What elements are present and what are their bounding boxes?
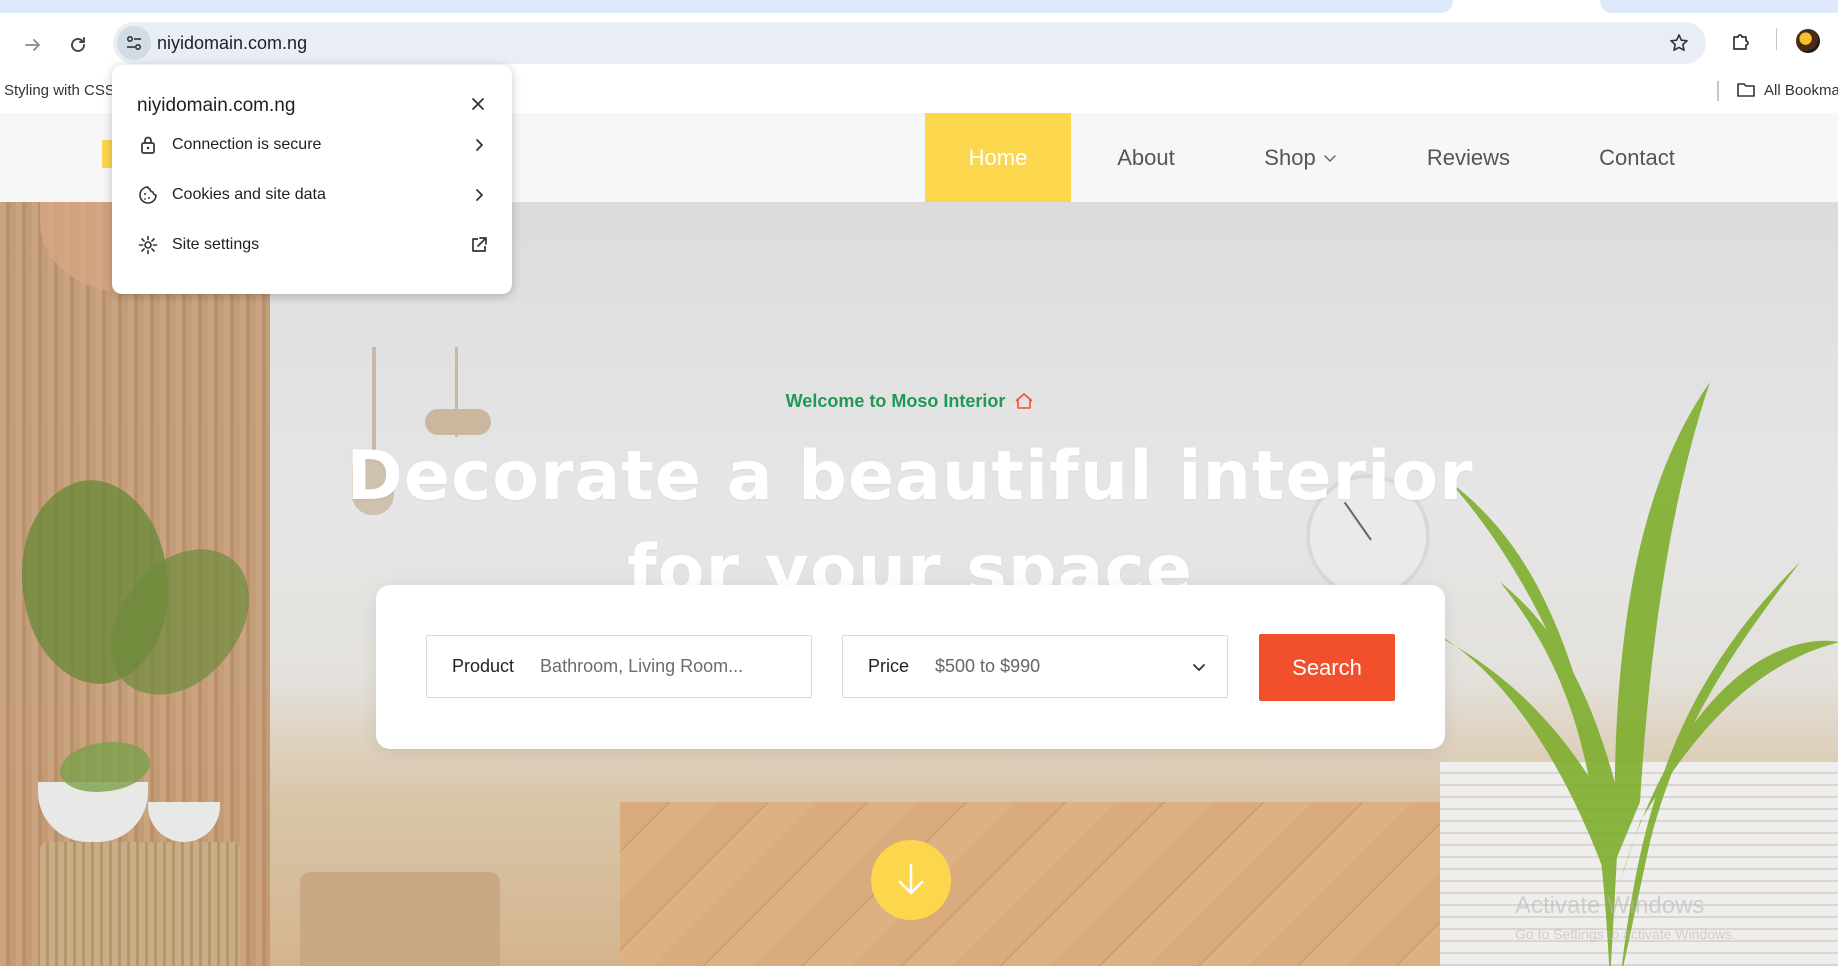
address-bar[interactable]: niyidomain.com.ng xyxy=(113,22,1706,64)
hero-welcome: Welcome to Moso Interior xyxy=(0,391,1820,412)
chevron-right-icon xyxy=(468,184,490,206)
reload-button[interactable] xyxy=(60,27,96,63)
product-input[interactable] xyxy=(540,656,771,677)
price-value: $500 to $990 xyxy=(935,656,1041,676)
puzzle-icon xyxy=(1733,34,1749,50)
all-bookmarks-label: All Bookma xyxy=(1764,81,1838,99)
popup-row-label: Site settings xyxy=(172,236,260,253)
tab-strip xyxy=(0,0,1838,13)
external-link-icon xyxy=(468,234,490,256)
close-icon xyxy=(472,98,484,110)
profile-avatar[interactable] xyxy=(1796,29,1820,53)
windows-activation-watermark: Activate Windows Go to Settings to activ… xyxy=(1515,892,1736,942)
lock-icon xyxy=(137,134,159,156)
nav-shop[interactable]: Shop xyxy=(1221,113,1381,202)
popup-title: niyidomain.com.ng xyxy=(137,95,296,116)
star-icon xyxy=(1670,34,1688,51)
scroll-down-button[interactable] xyxy=(871,840,951,920)
price-label: Price xyxy=(868,656,910,676)
nav-reviews[interactable]: Reviews xyxy=(1381,113,1556,202)
nav-contact[interactable]: Contact xyxy=(1556,113,1718,202)
hero-title-line1: Decorate a beautiful interior xyxy=(346,437,1474,516)
main-nav: Home About Shop Reviews Contact xyxy=(925,113,1718,202)
site-info-button[interactable] xyxy=(117,26,151,60)
tune-icon xyxy=(126,35,142,51)
popup-row-cookies[interactable]: Cookies and site data xyxy=(112,170,512,220)
hero-section: Welcome to Moso Interior Decorate a beau… xyxy=(0,202,1838,966)
toolbar-separator xyxy=(1776,28,1777,50)
arrow-down-icon xyxy=(898,863,924,895)
bookmark-star-button[interactable] xyxy=(1666,30,1692,56)
browser-toolbar: niyidomain.com.ng xyxy=(0,13,1838,69)
watermark-line1: Activate Windows xyxy=(1515,892,1705,919)
watermark-line2: Go to Settings to activate Windows. xyxy=(1515,926,1736,942)
nav-home[interactable]: Home xyxy=(925,113,1071,202)
folder-icon xyxy=(1737,83,1755,97)
chevron-right-icon xyxy=(468,134,490,156)
bookmarks-separator xyxy=(1717,81,1719,101)
product-label: Product xyxy=(452,656,515,676)
price-select[interactable]: Price $500 to $990 xyxy=(842,635,1228,698)
nav-about[interactable]: About xyxy=(1071,113,1221,202)
popup-row-connection[interactable]: Connection is secure xyxy=(112,120,512,170)
popup-close-button[interactable] xyxy=(466,92,490,116)
chevron-down-icon xyxy=(1323,154,1336,162)
arrow-right-icon xyxy=(25,39,40,51)
hero-content: Welcome to Moso Interior Decorate a beau… xyxy=(0,202,1838,966)
forward-button[interactable] xyxy=(15,27,51,63)
product-field[interactable]: Product xyxy=(426,635,812,698)
chevron-down-icon xyxy=(1189,657,1209,677)
tab-bar-right[interactable] xyxy=(1600,0,1838,13)
reload-icon xyxy=(71,37,85,52)
bookmark-item[interactable]: Styling with CSS xyxy=(4,82,115,99)
tab-bar-left[interactable] xyxy=(0,0,1453,13)
home-icon xyxy=(1015,393,1033,409)
popup-row-label: Connection is secure xyxy=(172,136,322,153)
cookie-icon xyxy=(137,184,159,206)
site-info-popup: niyidomain.com.ng Connection is secure C… xyxy=(112,65,512,294)
hero-welcome-text: Welcome to Moso Interior xyxy=(785,391,1006,411)
gear-icon xyxy=(137,234,159,256)
search-button[interactable]: Search xyxy=(1259,634,1395,701)
all-bookmarks-button[interactable]: All Bookma xyxy=(1736,81,1838,99)
popup-row-site-settings[interactable]: Site settings xyxy=(112,220,512,270)
extensions-button[interactable] xyxy=(1724,24,1758,58)
popup-row-label: Cookies and site data xyxy=(172,186,326,203)
search-card: Product Price $500 to $990 Search xyxy=(376,585,1445,749)
nav-shop-label: Shop xyxy=(1264,144,1316,170)
url-text[interactable]: niyidomain.com.ng xyxy=(157,33,307,54)
